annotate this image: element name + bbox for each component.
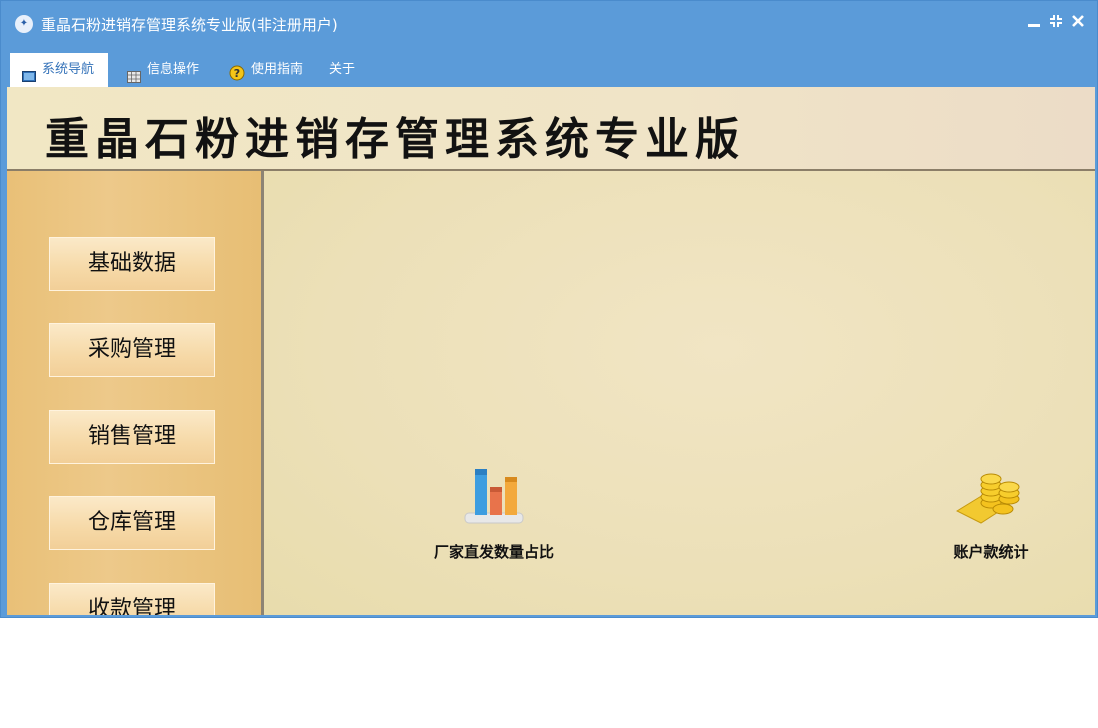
sidebar-item-purchase[interactable]: 采购管理 (49, 323, 215, 377)
sidebar-item-label: 销售管理 (87, 424, 176, 449)
shortcut-direct-shipment-ratio[interactable]: 厂家直发数量占比 (424, 461, 564, 562)
sidebar-item-warehouse[interactable]: 仓库管理 (49, 496, 215, 550)
help-icon: ? (229, 61, 245, 80)
menu-item-about[interactable]: 关于 (329, 53, 355, 87)
sidebar-item-label: 采购管理 (87, 337, 176, 362)
close-icon[interactable] (1069, 13, 1087, 33)
menu-item-system-nav[interactable]: 系统导航 (10, 53, 108, 87)
app-logo-icon: ✦ (15, 15, 33, 33)
sidebar-item-sales[interactable]: 销售管理 (49, 410, 215, 464)
bar-chart-icon (464, 469, 524, 524)
shortcut-account-statistics[interactable]: 账户款统计 (936, 461, 1046, 562)
menu-item-label: 信息操作 (147, 62, 200, 77)
sidebar-item-label: 仓库管理 (87, 510, 176, 535)
coins-icon (955, 473, 1020, 524)
sidebar: 基础数据 采购管理 销售管理 仓库管理 收款管理 (7, 171, 264, 615)
grid-icon (127, 63, 141, 83)
main-panel: 厂家直发数量占比 账户款统计 (264, 171, 1095, 615)
sidebar-item-basic-data[interactable]: 基础数据 (49, 237, 215, 291)
app-window: ✦ 重晶石粉进销存管理系统专业版(非注册用户) 系统导航 信息操作 ? 使用指南… (0, 0, 1098, 618)
menu-item-user-guide[interactable]: ? 使用指南 (229, 53, 303, 87)
banner-title: 重晶石粉进销存管理系统专业版 (45, 114, 745, 165)
title-bar[interactable]: ✦ 重晶石粉进销存管理系统专业版(非注册用户) (1, 1, 1097, 47)
content-area: 重晶石粉进销存管理系统专业版 基础数据 采购管理 销售管理 仓库管理 收款管理 (7, 87, 1095, 615)
minimize-icon[interactable] (1025, 13, 1043, 33)
menu-bar: 系统导航 信息操作 ? 使用指南 关于 (1, 47, 1097, 87)
sidebar-item-label: 基础数据 (87, 251, 176, 276)
sidebar-item-label: 收款管理 (87, 597, 176, 615)
sidebar-item-receipts[interactable]: 收款管理 (49, 583, 215, 615)
menu-item-label: 关于 (329, 62, 356, 77)
shortcut-label: 账户款统计 (953, 543, 1029, 561)
restore-icon[interactable] (1047, 13, 1065, 33)
window-title: 重晶石粉进销存管理系统专业版(非注册用户) (41, 16, 338, 34)
monitor-icon (22, 63, 36, 82)
svg-text:?: ? (234, 67, 240, 80)
menu-item-label: 系统导航 (42, 62, 95, 77)
banner: 重晶石粉进销存管理系统专业版 (7, 87, 1095, 171)
shortcut-label: 厂家直发数量占比 (433, 543, 554, 561)
menu-item-label: 使用指南 (251, 62, 304, 77)
menu-item-info-ops[interactable]: 信息操作 (127, 53, 199, 87)
